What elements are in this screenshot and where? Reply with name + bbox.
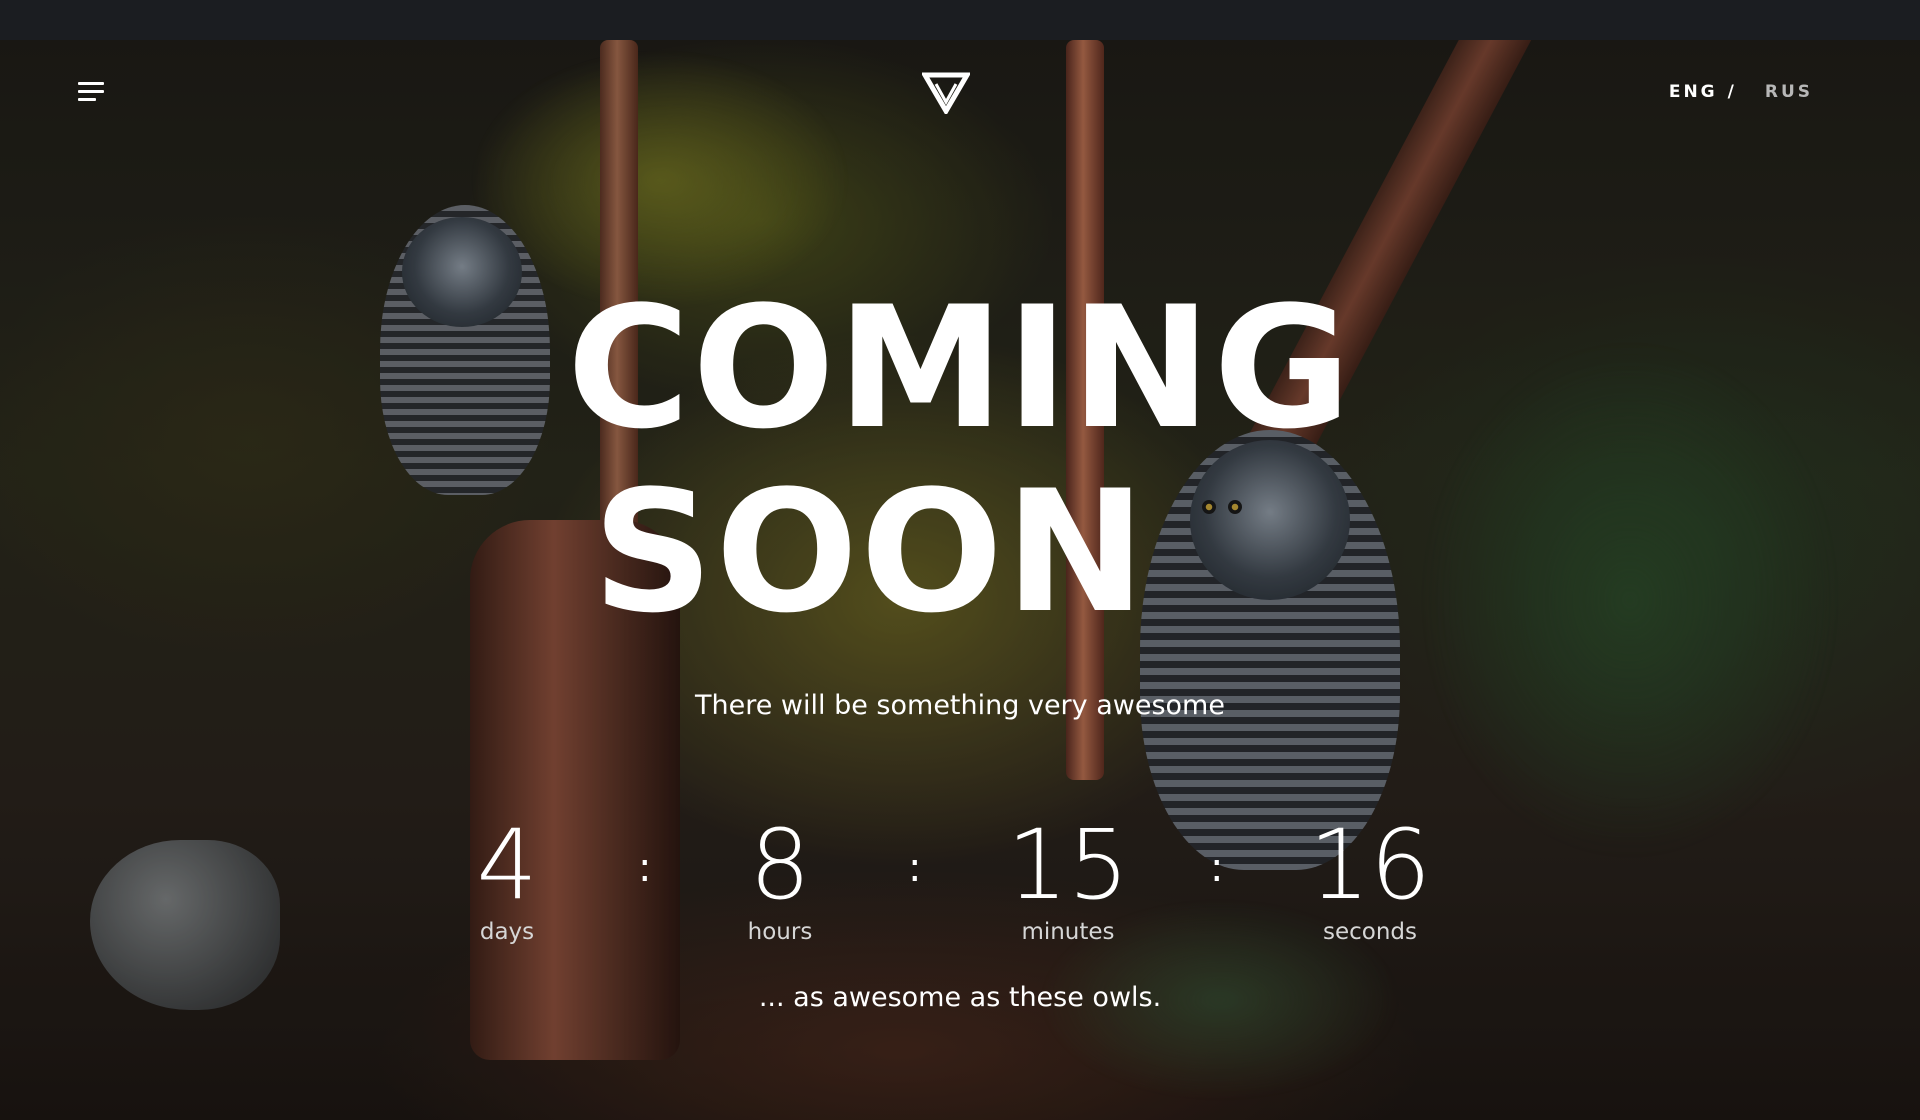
minutes-label: minutes — [1021, 919, 1115, 945]
countdown-hours: 8 hours — [680, 815, 880, 945]
lang-separator: / — [1727, 82, 1737, 102]
countdown-timer: 4 days : 8 hours : 15 minutes : 16 secon… — [0, 815, 1920, 955]
days-label: days — [479, 919, 535, 945]
seconds-label: seconds — [1322, 919, 1417, 945]
language-switcher: ENG / RUS — [1669, 82, 1813, 102]
browser-top-bar — [0, 0, 1920, 40]
hamburger-menu-icon[interactable] — [78, 82, 104, 104]
countdown-separator: : — [908, 845, 922, 891]
countdown-minutes: 15 minutes — [968, 815, 1168, 945]
hours-value: 8 — [749, 809, 811, 921]
days-value: 4 — [476, 809, 538, 921]
lang-eng-link[interactable]: ENG — [1669, 82, 1718, 102]
minutes-value: 15 — [1006, 809, 1130, 921]
countdown-separator: : — [1210, 845, 1224, 891]
triangle-logo-icon[interactable] — [922, 72, 970, 114]
hours-label: hours — [747, 919, 813, 945]
tagline: ... as awesome as these owls. — [758, 982, 1162, 1013]
lang-rus-link[interactable]: RUS — [1765, 82, 1813, 102]
countdown-seconds: 16 seconds — [1270, 815, 1470, 945]
countdown-days: 4 days — [407, 815, 607, 945]
headline-coming: COMING — [566, 270, 1354, 466]
seconds-value: 16 — [1308, 809, 1432, 921]
subtitle: There will be something very awesome — [695, 690, 1225, 721]
countdown-separator: : — [638, 845, 652, 891]
headline-soon: SOON — [592, 454, 1148, 650]
